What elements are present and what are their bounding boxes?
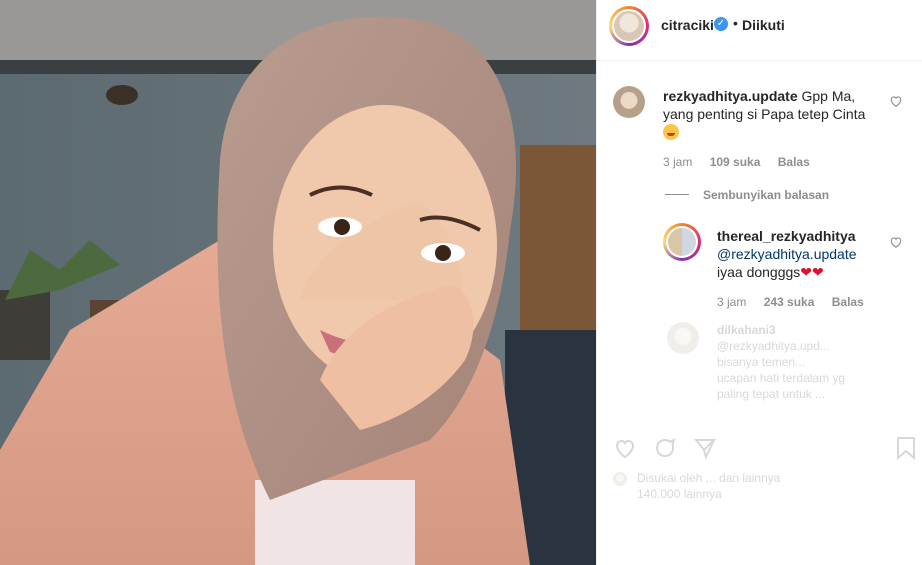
faded-username: dilkahani3: [717, 323, 776, 337]
like-post-heart-icon[interactable]: [613, 436, 637, 460]
comment-likes[interactable]: 109 suka: [710, 155, 761, 169]
comment-reply-button[interactable]: Balas: [778, 155, 810, 169]
save-bookmark-icon[interactable]: [895, 436, 917, 460]
post-header: citraciki ✓ • Diikuti: [597, 0, 922, 61]
comment-meta: 3 jam 109 suka Balas: [663, 155, 824, 169]
hide-replies-button[interactable]: Sembunyikan balasan: [703, 188, 829, 202]
reply-text: iyaa dongggs: [717, 264, 801, 280]
reply-body: thereal_rezkyadhitya @rezkyadhitya.updat…: [717, 227, 887, 281]
hide-replies-line: [665, 194, 689, 195]
red-heart-emoji-icon: ❤❤: [800, 264, 824, 280]
liked-by-line: Disukai oleh ... dan lainnya: [637, 471, 781, 485]
author-avatar[interactable]: [609, 6, 649, 46]
comment-username[interactable]: rezkyadhitya.update: [663, 88, 798, 104]
comment-time[interactable]: 3 jam: [663, 155, 692, 169]
follow-status-button[interactable]: Diikuti: [742, 17, 785, 33]
share-send-icon[interactable]: [693, 436, 717, 460]
liked-by-text[interactable]: Disukai oleh ... dan lainnya 140.000 lai…: [637, 470, 907, 502]
commenter-avatar[interactable]: [613, 86, 645, 118]
reply-reply-button[interactable]: Balas: [832, 295, 864, 309]
photo-illustration: [0, 0, 596, 565]
reply-time[interactable]: 3 jam: [717, 295, 746, 309]
liked-by-avatar: [613, 472, 627, 486]
faded-line-4: paling tepat untuk ...: [717, 387, 826, 401]
post-photo[interactable]: [0, 0, 596, 565]
reply-mention[interactable]: @rezkyadhitya.update: [717, 245, 887, 263]
faded-line-3: ucapan hati terdalam yg: [717, 371, 846, 385]
faded-avatar: [667, 322, 699, 354]
reply-username[interactable]: thereal_rezkyadhitya: [717, 227, 887, 245]
reply-avatar[interactable]: [663, 223, 701, 261]
faded-line-1: @rezkyadhitya.upd...: [717, 339, 830, 353]
faded-line-2: bisanya temen...: [717, 355, 806, 369]
verified-badge-icon: ✓: [714, 17, 728, 31]
like-reply-heart-icon[interactable]: [889, 235, 903, 249]
faded-comment-text: dilkahani3 @rezkyadhitya.upd... bisanya …: [717, 322, 897, 402]
likes-count-line: 140.000 lainnya: [637, 487, 722, 501]
smiling-face-icon: [663, 124, 679, 140]
comment-bubble-icon[interactable]: [653, 436, 677, 460]
author-username[interactable]: citraciki: [661, 17, 714, 33]
comment-panel: citraciki ✓ • Diikuti rezkyadhitya.updat…: [596, 0, 922, 565]
reply-likes[interactable]: 243 suka: [764, 295, 815, 309]
comment-body: rezkyadhitya.update Gpp Ma, yang penting…: [663, 87, 888, 141]
like-comment-heart-icon[interactable]: [889, 94, 903, 108]
header-separator: •: [733, 15, 738, 31]
reply-meta: 3 jam 243 suka Balas: [717, 295, 878, 309]
